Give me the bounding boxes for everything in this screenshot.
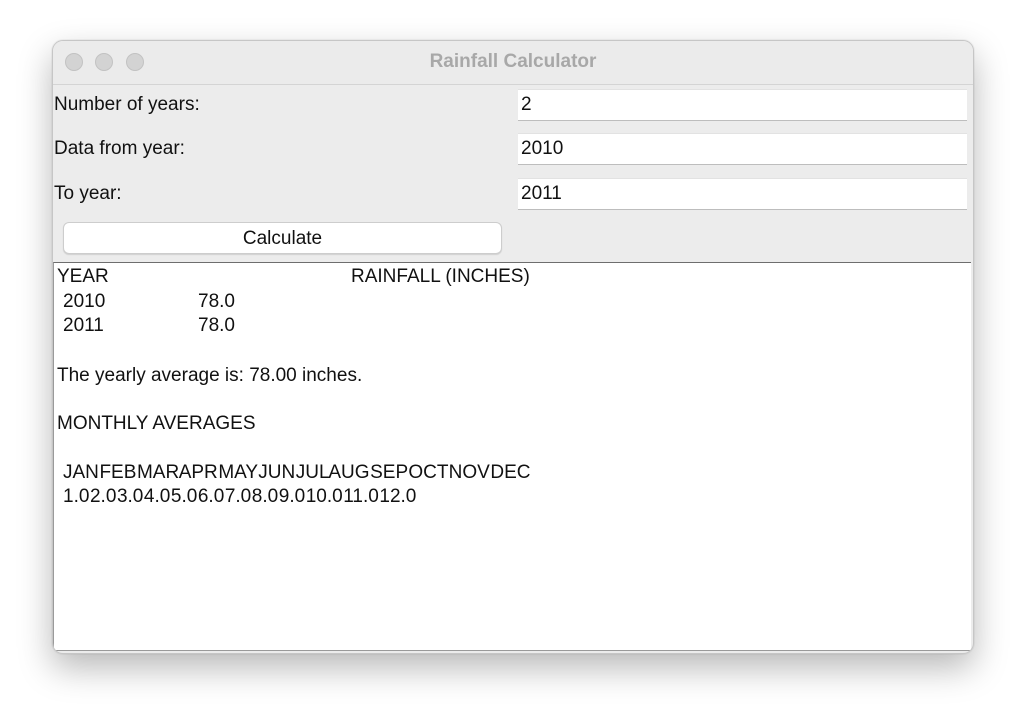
rainfall-column-header: RAINFALL (INCHES)	[351, 266, 530, 287]
window-title: Rainfall Calculator	[429, 51, 597, 72]
number-of-years-label: Number of years:	[54, 94, 200, 115]
number-of-years-field[interactable]	[518, 89, 967, 121]
to-year-field[interactable]	[518, 178, 967, 210]
to-year-label: To year:	[54, 183, 122, 204]
title-bar[interactable]: Rainfall Calculator	[53, 41, 973, 85]
results-text-area[interactable]: YEAR RAINFALL (INCHES) 2010 78.0 2011 78…	[53, 262, 971, 651]
result-row-rainfall: 78.0	[198, 291, 235, 312]
data-from-year-label: Data from year:	[54, 138, 185, 159]
data-from-year-field[interactable]	[518, 133, 967, 165]
monthly-values-line: 1.0 2.0 3.0 4.0 5.0 6.0 7.0 8.0 9.0 10.0…	[63, 486, 417, 507]
rainfall-calculator-window: Rainfall Calculator Number of years: Dat…	[52, 40, 974, 654]
year-column-header: YEAR	[57, 266, 109, 287]
result-row-year: 2011	[63, 315, 104, 336]
result-row-rainfall: 78.0	[198, 315, 235, 336]
monthly-averages-heading: MONTHLY AVERAGES	[57, 413, 256, 434]
calculate-button[interactable]: Calculate	[63, 222, 502, 254]
month-names-line: JAN FEB MAR APR MAY JUN JUL AUG SEP OCT …	[63, 462, 531, 483]
result-row-year: 2010	[63, 291, 106, 312]
yearly-average-text: The yearly average is: 78.00 inches.	[57, 365, 363, 386]
